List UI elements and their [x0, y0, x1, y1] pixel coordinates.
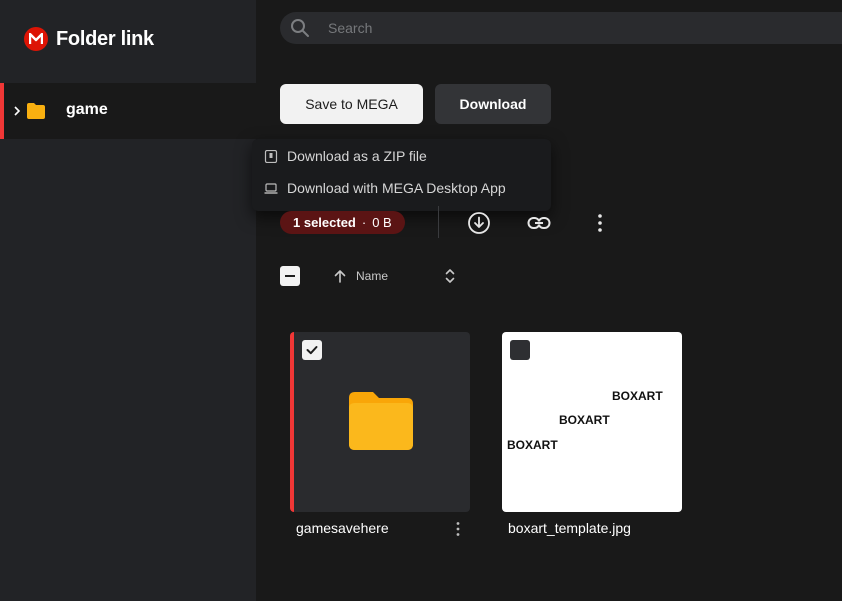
search-input[interactable] — [328, 12, 828, 44]
item-checkbox[interactable] — [510, 340, 530, 360]
toolbar-divider — [438, 206, 439, 238]
sidebar-item-game[interactable]: game — [0, 83, 256, 139]
selection-badge: 1 selected · 0 B — [280, 211, 405, 234]
menu-item-download-desktop-app[interactable]: Download with MEGA Desktop App — [252, 172, 551, 204]
thumbnail-text: BOXART — [612, 389, 663, 403]
zip-icon — [264, 150, 278, 163]
search-bar[interactable] — [280, 12, 842, 44]
menu-item-download-zip[interactable]: Download as a ZIP file — [252, 140, 551, 172]
link-icon[interactable] — [527, 211, 551, 235]
page-title: Folder link — [56, 27, 154, 50]
select-all-checkbox[interactable] — [280, 266, 300, 286]
thumbnail-text: BOXART — [559, 413, 610, 427]
file-card-folder[interactable] — [290, 332, 470, 512]
sort-header: Name — [280, 265, 480, 287]
save-to-mega-button[interactable]: Save to MEGA — [280, 84, 423, 124]
sort-label[interactable]: Name — [356, 269, 388, 283]
chevron-right-icon[interactable] — [12, 104, 22, 118]
file-name[interactable]: boxart_template.jpg — [508, 520, 631, 536]
folder-icon — [27, 103, 45, 119]
menu-item-label: Download with MEGA Desktop App — [287, 180, 506, 196]
sidebar-item-label: game — [66, 101, 108, 118]
download-menu: Download as a ZIP file Download with MEG… — [252, 139, 551, 211]
more-vertical-icon[interactable] — [588, 211, 612, 235]
item-checkbox[interactable] — [302, 340, 322, 360]
laptop-icon — [264, 183, 278, 194]
menu-item-label: Download as a ZIP file — [287, 148, 427, 164]
file-card-image[interactable]: BOXART BOXART BOXART — [502, 332, 682, 512]
separator: · — [361, 215, 367, 230]
download-button[interactable]: Download — [435, 84, 551, 124]
more-vertical-icon[interactable] — [452, 520, 464, 538]
thumbnail-text: BOXART — [507, 438, 558, 452]
check-icon — [306, 346, 318, 355]
arrow-up-icon[interactable] — [332, 268, 348, 284]
selection-size: 0 B — [372, 215, 392, 230]
file-name[interactable]: gamesavehere — [296, 520, 389, 536]
sidebar: Folder link game — [0, 0, 256, 601]
search-icon — [291, 19, 309, 37]
brand: Folder link — [24, 27, 154, 51]
sort-toggle-icon[interactable] — [442, 267, 458, 285]
folder-icon — [349, 392, 413, 450]
selection-count: 1 selected — [293, 215, 356, 230]
download-icon[interactable] — [467, 211, 491, 235]
mega-logo-icon — [24, 27, 48, 51]
